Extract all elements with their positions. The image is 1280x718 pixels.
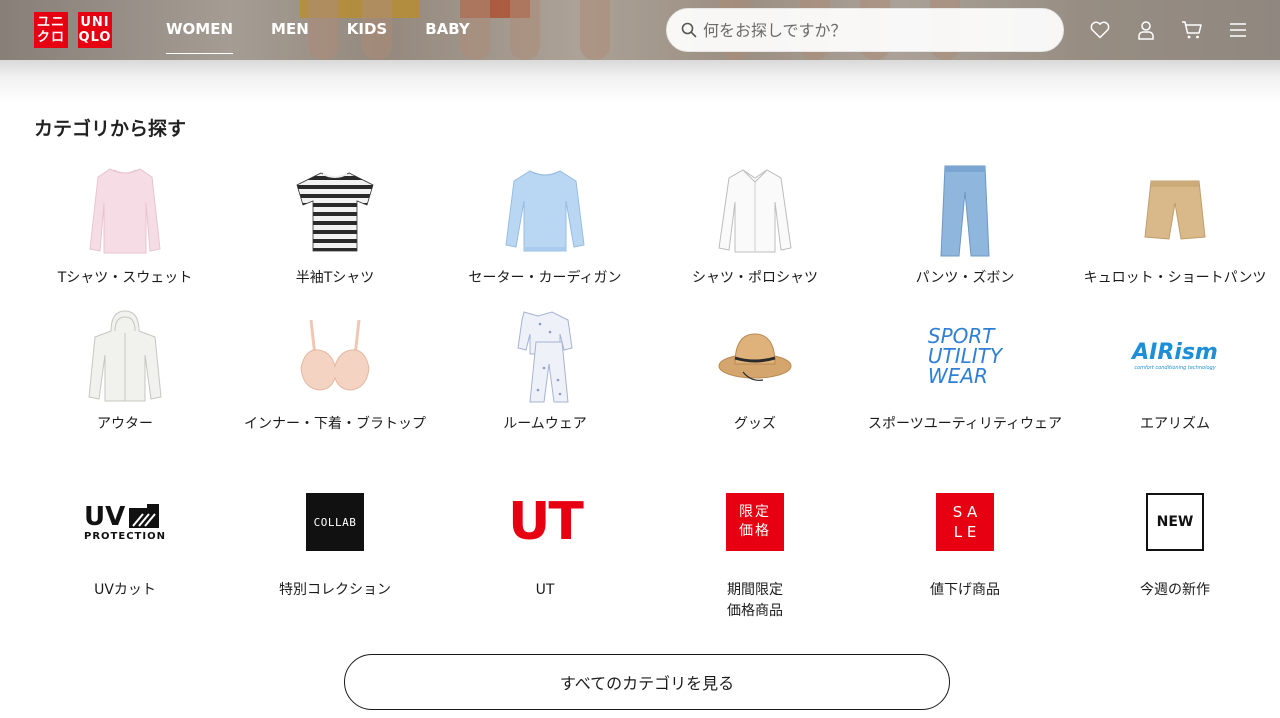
logo-subtext: comfort conditioning technology	[1134, 365, 1216, 371]
limited-price-badge: 限定 価格	[650, 472, 860, 572]
logo-text: クロ	[36, 30, 65, 45]
badge-text: L E	[953, 523, 977, 541]
category-tshirt-sweat[interactable]: Tシャツ・スウェット	[20, 160, 230, 289]
logo-line: WEAR	[927, 364, 988, 388]
category-innerwear[interactable]: インナー・下着・ブラトップ	[230, 306, 440, 435]
collab-badge: COLLAB	[230, 472, 440, 572]
thumb-hoodie	[20, 306, 230, 406]
category-pants[interactable]: パンツ・ズボン	[860, 160, 1070, 289]
logo-text: UV	[84, 501, 126, 532]
category-uv-cut[interactable]: UV PROTECTION UVカット	[20, 472, 230, 601]
logo-subtext: PROTECTION	[84, 530, 166, 542]
category-label: ルームウェア	[503, 416, 587, 432]
category-label: 半袖Tシャツ	[295, 270, 375, 286]
logo-line: SPORT	[927, 324, 995, 348]
uv-mark-icon	[129, 503, 160, 528]
badge-text: S A	[952, 503, 978, 521]
category-shirt-polo[interactable]: シャツ・ポロシャツ	[650, 160, 860, 289]
category-label: シャツ・ポロシャツ	[692, 270, 818, 286]
thumb-striped-tee	[230, 160, 440, 260]
gender-nav: WOMEN MEN KIDS BABY	[166, 0, 508, 60]
category-label: Tシャツ・スウェット	[57, 270, 193, 286]
logo-line: UTILITY	[927, 344, 1003, 368]
category-label: 期間限定 価格商品	[727, 582, 783, 619]
header-actions	[1088, 18, 1250, 42]
category-label: エアリズム	[1140, 416, 1210, 432]
search-icon	[681, 22, 697, 38]
nav-baby[interactable]: BABY	[425, 0, 470, 60]
category-ut[interactable]: UT UT	[440, 472, 650, 601]
thumb-shirt	[650, 160, 860, 260]
nav-women[interactable]: WOMEN	[166, 0, 234, 60]
category-sale[interactable]: S A L E 値下げ商品	[860, 472, 1070, 601]
nav-men[interactable]: MEN	[271, 0, 309, 60]
airism-logo: AIRism comfort conditioning technology	[1070, 306, 1280, 406]
logo-text: ユニ	[36, 15, 65, 30]
category-label: スポーツユーティリティウェア	[867, 416, 1063, 432]
badge-text: 価格	[739, 523, 771, 539]
logo-text: AIRism	[1132, 340, 1218, 365]
category-label: パンツ・ズボン	[915, 270, 1015, 286]
category-short-sleeve-tee[interactable]: 半袖Tシャツ	[230, 160, 440, 289]
badge-text: COLLAB	[313, 515, 357, 529]
category-airism[interactable]: AIRism comfort conditioning technology エ…	[1070, 306, 1280, 435]
logo-text: QLO	[78, 30, 112, 45]
ut-logo: UT	[440, 472, 650, 572]
thumb-sweater	[440, 160, 650, 260]
heart-icon[interactable]	[1088, 18, 1112, 42]
section-title: カテゴリから探す	[34, 118, 187, 140]
header-bar: ユニ クロ UNI QLO WOMEN MEN KIDS BABY	[0, 0, 1280, 60]
category-label: アウター	[97, 416, 153, 432]
uniqlo-logo[interactable]: ユニ クロ UNI QLO	[34, 12, 112, 48]
category-goods[interactable]: グッズ	[650, 306, 860, 435]
cart-icon[interactable]	[1180, 18, 1204, 42]
sport-utility-wear-logo: SPORT UTILITY WEAR	[860, 306, 1070, 406]
category-label: 今週の新作	[1140, 582, 1210, 598]
logo-katakana: ユニ クロ	[34, 12, 68, 48]
category-new-this-week[interactable]: NEW 今週の新作	[1070, 472, 1280, 601]
thumb-pajamas	[440, 306, 650, 406]
logo-latin: UNI QLO	[78, 12, 112, 48]
category-label: 値下げ商品	[930, 582, 1000, 598]
category-sport-utility-wear[interactable]: SPORT UTILITY WEAR スポーツユーティリティウェア	[860, 306, 1070, 435]
thumb-bra	[230, 306, 440, 406]
badge-text: NEW	[1156, 514, 1194, 530]
thumb-bucket-hat	[650, 306, 860, 406]
thumb-long-sleeve-tee	[20, 160, 230, 260]
uv-protection-logo: UV PROTECTION	[20, 472, 230, 572]
badge-text: 限定	[739, 504, 771, 520]
sale-badge: S A L E	[860, 472, 1070, 572]
search-input[interactable]	[703, 20, 1043, 40]
thumb-jeans	[860, 160, 1070, 260]
category-label: セーター・カーディガン	[468, 270, 622, 286]
thumb-shorts	[1070, 160, 1280, 260]
category-label: グッズ	[734, 416, 776, 432]
user-icon[interactable]	[1134, 18, 1158, 42]
nav-kids[interactable]: KIDS	[347, 0, 387, 60]
category-label: インナー・下着・ブラトップ	[244, 416, 426, 432]
category-label: UT	[535, 582, 555, 598]
category-label: 特別コレクション	[279, 582, 391, 598]
category-label: キュロット・ショートパンツ	[1083, 270, 1267, 286]
category-culotte-shorts[interactable]: キュロット・ショートパンツ	[1070, 160, 1280, 289]
category-label: UVカット	[94, 582, 156, 598]
category-outer[interactable]: アウター	[20, 306, 230, 435]
header-fade	[0, 60, 1280, 102]
logo-text: UT	[508, 492, 584, 552]
menu-icon[interactable]	[1226, 18, 1250, 42]
category-roomwear[interactable]: ルームウェア	[440, 306, 650, 435]
logo-text: UNI	[80, 15, 110, 30]
category-sweater-cardigan[interactable]: セーター・カーディガン	[440, 160, 650, 289]
view-all-categories-button[interactable]: すべてのカテゴリを見る	[344, 654, 950, 710]
category-special-collection[interactable]: COLLAB 特別コレクション	[230, 472, 440, 601]
category-limited-price[interactable]: 限定 価格 期間限定 価格商品	[650, 472, 860, 622]
new-badge: NEW	[1070, 472, 1280, 572]
search-box[interactable]	[666, 8, 1064, 52]
